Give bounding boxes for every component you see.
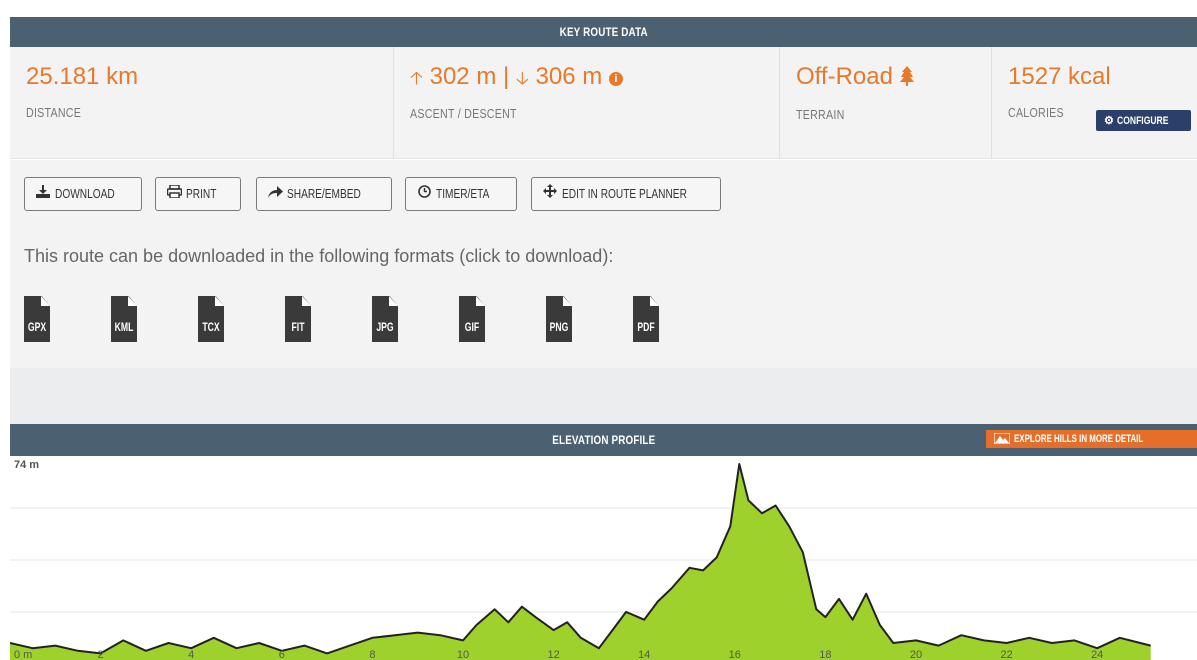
download-button[interactable]: DOWNLOAD	[24, 177, 142, 211]
elevation-line	[10, 463, 1151, 655]
configure-label: CONFIGURE	[1116, 115, 1169, 127]
elevation-profile-title: ELEVATION PROFILE	[551, 433, 656, 447]
move-icon	[542, 178, 558, 210]
x-tick-label: 18	[819, 649, 831, 660]
gear-icon: ⚙	[1104, 115, 1114, 127]
gpx-file-icon[interactable]: GPX	[24, 296, 50, 342]
arrow-up-icon: 🡡	[410, 68, 423, 88]
tree-icon	[899, 65, 914, 93]
x-tick-label: 8	[369, 649, 375, 660]
x-tick-label: 22	[1000, 649, 1012, 660]
download-section: DOWNLOAD PRINT SHARE/EMBED TIMER/ETA EDI…	[10, 160, 1197, 368]
png-file-icon[interactable]: PNG	[546, 296, 572, 342]
y-max-label: 74 m	[14, 459, 39, 471]
x-tick-label: 0 m	[14, 649, 32, 660]
x-tick-label: 12	[547, 649, 559, 660]
descent-value: 306 m	[535, 63, 603, 90]
arrow-down-icon: 🡣	[515, 68, 529, 88]
key-route-stats: 25.181 km DISTANCE 🡡 302 m | 🡣 306 m i A…	[10, 47, 1197, 159]
x-tick-label: 6	[279, 649, 285, 660]
gif-file-icon[interactable]: GIF	[459, 296, 485, 342]
ascent-descent-label: ASCENT / DESCENT	[410, 106, 517, 121]
calories-value: 1527 kcal	[1008, 63, 1111, 90]
terrain-value: Off-Road	[796, 63, 893, 90]
share-embed-button[interactable]: SHARE/EMBED	[256, 177, 392, 211]
tcx-file-icon[interactable]: TCX	[198, 296, 224, 342]
ascent-value: 302 m	[429, 63, 497, 90]
key-route-data-header: KEY ROUTE DATA	[10, 17, 1197, 47]
distance-label: DISTANCE	[26, 105, 82, 120]
timer-eta-label: TIMER/ETA	[436, 186, 490, 201]
terrain-value-row: Off-Road	[796, 63, 991, 93]
x-tick-label: 16	[729, 649, 741, 660]
x-tick-label: 24	[1091, 649, 1103, 660]
formats-intro-text: This route can be downloaded in the foll…	[24, 246, 614, 266]
ascent-descent-separator: |	[502, 63, 510, 90]
print-icon	[166, 178, 182, 210]
distance-value: 25.181 km	[26, 63, 139, 90]
info-icon[interactable]: i	[608, 72, 623, 86]
mountain-icon	[992, 432, 1011, 450]
configure-button[interactable]: ⚙ CONFIGURE	[1096, 110, 1191, 131]
timer-eta-button[interactable]: TIMER/ETA	[405, 177, 517, 211]
key-route-data-title: KEY ROUTE DATA	[559, 25, 648, 39]
edit-route-planner-label: EDIT IN ROUTE PLANNER	[562, 186, 687, 201]
edit-route-planner-button[interactable]: EDIT IN ROUTE PLANNER	[531, 177, 721, 211]
x-tick-label: 14	[638, 649, 650, 660]
print-button[interactable]: PRINT	[155, 177, 241, 211]
terrain-label: TERRAIN	[796, 107, 845, 122]
ascent-descent-stat: 🡡 302 m | 🡣 306 m i ASCENT / DESCENT	[394, 47, 780, 159]
jpg-file-icon[interactable]: JPG	[372, 296, 398, 342]
distance-stat: 25.181 km DISTANCE	[10, 47, 394, 159]
share-embed-label: SHARE/EMBED	[287, 186, 361, 201]
clock-icon	[416, 178, 432, 210]
elevation-chart[interactable]: 74 m0 m 2 4 6 8 10 12 14 16 18 20 22 24	[10, 456, 1197, 660]
calories-stat: 1527 kcal CALORIES ⚙ CONFIGURE	[992, 47, 1197, 159]
download-label: DOWNLOAD	[55, 186, 115, 201]
elevation-area	[10, 464, 1151, 660]
explore-hills-label: EXPLORE HILLS IN MORE DETAIL	[1013, 433, 1143, 445]
x-tick-label: 20	[910, 649, 922, 660]
x-tick-label: 4	[188, 649, 194, 660]
print-label: PRINT	[186, 186, 217, 201]
x-tick-label: 2	[98, 649, 104, 660]
terrain-stat: Off-Road TERRAIN	[780, 47, 992, 159]
x-tick-label: 10	[457, 649, 469, 660]
ascent-descent-value: 🡡 302 m | 🡣 306 m i	[410, 63, 779, 92]
explore-hills-button[interactable]: EXPLORE HILLS IN MORE DETAIL	[985, 430, 1197, 450]
download-icon	[35, 178, 51, 210]
elevation-chart-svg: 74 m0 m 2 4 6 8 10 12 14 16 18 20 22 24	[10, 459, 1197, 660]
pdf-file-icon[interactable]: PDF	[633, 296, 659, 342]
section-spacer	[10, 368, 1197, 424]
kml-file-icon[interactable]: KML	[111, 296, 137, 342]
fit-file-icon[interactable]: FIT	[285, 296, 311, 342]
share-icon	[267, 178, 283, 210]
